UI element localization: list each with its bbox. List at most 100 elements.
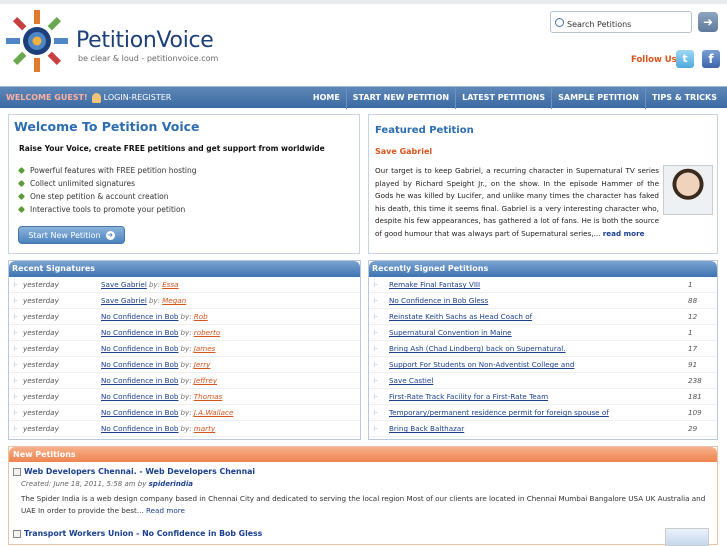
recent-signatures-heading: Recent Signatures — [9, 261, 360, 277]
signed-petition-link[interactable]: Temporary/permanent residence permit for… — [383, 408, 688, 417]
arrow-right-icon: ➜ — [105, 230, 115, 240]
signer-name-link[interactable]: roberto — [194, 328, 221, 337]
signature-time: yesterday — [23, 424, 59, 433]
search-submit-button[interactable]: ➜ — [698, 12, 718, 32]
nav-sample-petition[interactable]: SAMPLE PETITION — [551, 87, 645, 109]
signed-petition-link[interactable]: Bring Back Balthazar — [383, 424, 688, 433]
by-label: by: — [180, 392, 192, 401]
new-petition-item: Web Developers Chennai. - Web Developers… — [13, 467, 721, 517]
main-nav: WELCOME GUEST! LOGIN-REGISTER HOME START… — [0, 86, 727, 109]
nav-latest-petitions[interactable]: LATEST PETITIONS — [455, 87, 551, 109]
signer-name-link[interactable]: Jerry — [194, 360, 211, 369]
featured-photo[interactable] — [663, 165, 713, 215]
recently-signed-box: Recently Signed Petitions ⊦ Remake Final … — [368, 260, 718, 440]
featured-petition-panel: Featured Petition Save Gabriel Our targe… — [368, 114, 718, 254]
signer-name-link[interactable]: Jeffrey — [194, 376, 217, 385]
document-icon — [13, 467, 21, 476]
new-petition-title[interactable]: Transport Workers Union - No Confidence … — [13, 529, 262, 538]
login-register-link[interactable]: LOGIN-REGISTER — [91, 92, 171, 103]
signed-petition-link[interactable]: Supernatural Convention in Maine — [383, 328, 688, 337]
signed-petition-row: ⊦ Remake Final Fantasy VIII 1 — [369, 277, 717, 293]
signature-petition-link[interactable]: No Confidence in Bob — [101, 392, 178, 401]
signature-time: yesterday — [23, 328, 59, 337]
bullet-icon — [17, 179, 26, 188]
signature-count: 17 — [688, 344, 698, 353]
recent-signatures-box: Recent Signatures ⊦ yesterday Save Gabriel… — [8, 260, 361, 440]
nav-tips-tricks[interactable]: TIPS & TRICKS — [644, 87, 723, 109]
signature-petition-link[interactable]: Save Gabriel — [101, 280, 147, 289]
signature-petition-link[interactable]: No Confidence in Bob — [101, 312, 178, 321]
search-input[interactable]: Search Petitions — [550, 11, 692, 33]
signature-count: 1 — [688, 280, 693, 289]
signed-petition-link[interactable]: No Confidence in Bob Gless — [383, 296, 688, 305]
new-petition-title[interactable]: Web Developers Chennai. - Web Developers… — [13, 467, 721, 476]
signed-petition-link[interactable]: Save Castiel — [383, 376, 688, 385]
signature-time: yesterday — [23, 408, 59, 417]
list-arrow-icon: ⊦ — [373, 280, 379, 289]
featured-description: Our target is to keep Gabriel, a recurri… — [375, 165, 713, 240]
author-link[interactable]: spiderindia — [149, 480, 193, 488]
signed-petition-row: ⊦ Supernatural Convention in Maine 1 — [369, 325, 717, 341]
signer-name-link[interactable]: Megan — [162, 296, 186, 305]
signature-petition-link[interactable]: No Confidence in Bob — [101, 344, 178, 353]
signature-count: 88 — [688, 296, 698, 305]
signature-count: 29 — [688, 424, 698, 433]
description-text: The Spider India is a web design company… — [21, 494, 706, 515]
signature-petition-link[interactable]: No Confidence in Bob — [101, 424, 178, 433]
signed-petition-link[interactable]: First-Rate Track Facility for a First-Ra… — [383, 392, 688, 401]
twitter-icon[interactable]: t — [676, 50, 694, 68]
read-more-link[interactable]: Read more — [146, 506, 185, 515]
facebook-icon[interactable]: f — [702, 50, 720, 68]
by-label: by: — [180, 328, 192, 337]
list-arrow-icon: ⊦ — [13, 296, 19, 305]
petition-voice-logo-icon[interactable] — [4, 8, 70, 74]
signer-name-link[interactable]: marty — [194, 424, 215, 433]
new-petition-title-text: Web Developers Chennai. - Web Developers… — [24, 467, 256, 476]
list-arrow-icon: ⊦ — [373, 376, 379, 385]
list-arrow-icon: ⊦ — [373, 344, 379, 353]
signed-petition-link[interactable]: Bring Ash (Chad Lindberg) back on Supern… — [383, 344, 688, 353]
feature-label: One step petition & account creation — [30, 192, 169, 201]
brand-name[interactable]: PetitionVoice — [76, 28, 214, 53]
start-new-petition-button[interactable]: Start New Petition ➜ — [18, 226, 125, 244]
signature-count: 109 — [688, 408, 702, 417]
nav-links: HOME START NEW PETITION LATEST PETITIONS… — [307, 87, 723, 109]
nav-start-new-petition[interactable]: START NEW PETITION — [345, 87, 455, 109]
feature-item: Powerful features with FREE petition hos… — [17, 164, 197, 177]
list-arrow-icon: ⊦ — [13, 360, 19, 369]
read-more-link[interactable]: read more — [603, 229, 645, 238]
by-label: by: — [180, 344, 192, 353]
new-petition-meta: Created: June 18, 2011, 5:58 am by spide… — [21, 480, 721, 488]
bullet-icon — [17, 192, 26, 201]
by-label: by: — [148, 280, 161, 289]
recent-signatures-list: ⊦ yesterday Save Gabriel by: Essa ⊦ yesterday S… — [9, 277, 360, 437]
site-header: PetitionVoice be clear & loud - petition… — [0, 0, 727, 88]
signature-row: ⊦ yesterday No Confidence in Bob by: Rob — [9, 309, 360, 325]
signed-petition-link[interactable]: Remake Final Fantasy VIII — [383, 280, 688, 289]
signer-name-link[interactable]: James — [194, 344, 216, 353]
petition-thumbnail[interactable] — [665, 528, 709, 546]
nav-home[interactable]: HOME — [307, 87, 346, 109]
signature-row: ⊦ yesterday No Confidence in Bob by: marty — [9, 421, 360, 437]
signature-petition-link[interactable]: Save Gabriel — [101, 296, 147, 305]
featured-petition-title[interactable]: Save Gabriel — [375, 147, 432, 156]
signed-petition-link[interactable]: Support For Students on Non-Adventist Co… — [383, 360, 688, 369]
signer-name-link[interactable]: Rob — [194, 312, 208, 321]
signer-name-link[interactable]: Essa — [162, 280, 178, 289]
new-petition-description: The Spider India is a web design company… — [21, 493, 721, 517]
search-icon — [555, 18, 564, 27]
signer-name-link[interactable]: Thomas — [194, 392, 223, 401]
signature-petition-link[interactable]: No Confidence in Bob — [101, 376, 178, 385]
signature-petition-link[interactable]: No Confidence in Bob — [101, 328, 178, 337]
list-arrow-icon: ⊦ — [373, 328, 379, 337]
signature-petition-link[interactable]: No Confidence in Bob — [101, 408, 178, 417]
signed-petition-link[interactable]: Reinstate Keith Sachs as Head Coach of — [383, 312, 688, 321]
signature-count: 181 — [688, 392, 702, 401]
by-label: by: — [180, 376, 192, 385]
list-arrow-icon: ⊦ — [373, 408, 379, 417]
signature-count: 1 — [688, 328, 693, 337]
signer-name-link[interactable]: J.A.Wallace — [194, 408, 234, 417]
signature-petition-link[interactable]: No Confidence in Bob — [101, 360, 178, 369]
signed-petition-row: ⊦ Reinstate Keith Sachs as Head Coach of 1… — [369, 309, 717, 325]
feature-label: Interactive tools to promote your petiti… — [30, 205, 186, 214]
